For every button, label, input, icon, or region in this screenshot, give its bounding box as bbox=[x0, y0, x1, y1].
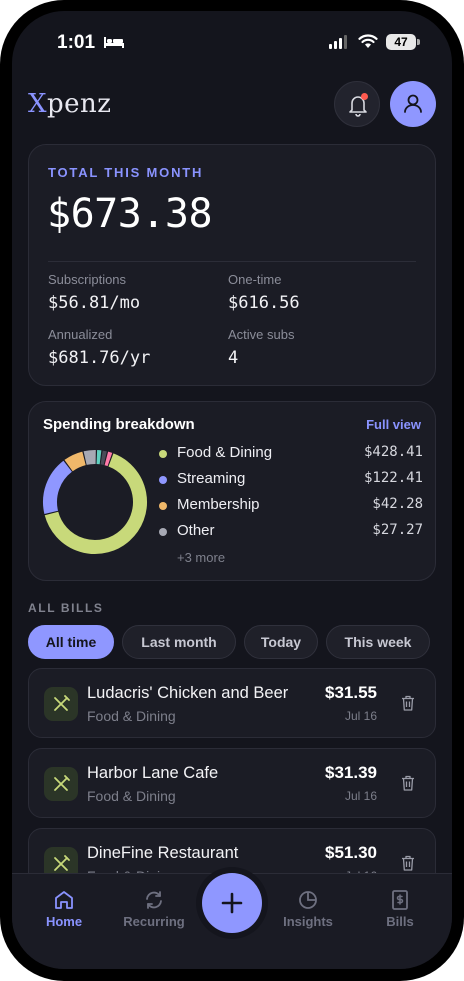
stat-value-annualized: $681.76/yr bbox=[48, 348, 151, 368]
wifi-icon bbox=[358, 34, 378, 48]
monthly-total-card: TOTAL THIS MONTH $673.38 Subscriptions $… bbox=[28, 144, 436, 386]
bill-row[interactable]: Ludacris' Chicken and Beer Food & Dining… bbox=[28, 668, 436, 738]
more-categories-label[interactable]: +3 more bbox=[177, 550, 225, 565]
donut-slice bbox=[43, 460, 73, 515]
sleep-focus-icon bbox=[104, 37, 124, 48]
spending-breakdown-card: Spending breakdown Full view Food & Dini… bbox=[28, 401, 436, 581]
bell-icon bbox=[349, 96, 367, 117]
status-time: 1:01 bbox=[57, 32, 96, 53]
all-bills-heading: ALL BILLS bbox=[28, 601, 104, 615]
stat-label-one-time: One-time bbox=[228, 272, 282, 287]
legend-amount: $42.28 bbox=[372, 496, 423, 512]
app-logo: Xpenz bbox=[28, 89, 112, 119]
bill-row[interactable]: Harbor Lane Cafe Food & Dining $31.39 Ju… bbox=[28, 748, 436, 818]
trash-icon[interactable] bbox=[401, 855, 415, 871]
stat-label-active-subs: Active subs bbox=[228, 327, 295, 342]
donut-slice bbox=[104, 451, 113, 467]
stat-label-subscriptions: Subscriptions bbox=[48, 272, 127, 287]
stat-value-active-subs: 4 bbox=[228, 348, 239, 368]
bill-amount: $51.30 bbox=[325, 843, 377, 862]
legend-item: Food & Dining $428.41 bbox=[159, 444, 423, 464]
bill-category: Food & Dining bbox=[87, 708, 176, 724]
bill-amount: $31.55 bbox=[325, 683, 377, 702]
nav-insights[interactable]: Insights bbox=[268, 874, 348, 954]
divider bbox=[48, 261, 416, 262]
status-bar: 1:01 47 bbox=[12, 11, 452, 75]
phone-frame: 1:01 47 Xpenz TOTAL THIS MONTH $673.38 S… bbox=[0, 0, 464, 981]
legend-dot bbox=[159, 476, 167, 484]
bill-amount: $31.39 bbox=[325, 763, 377, 782]
filter-chip-last-month[interactable]: Last month bbox=[122, 625, 236, 659]
bill-name: Harbor Lane Cafe bbox=[87, 764, 219, 782]
legend-name: Streaming bbox=[177, 470, 246, 487]
spending-donut-chart bbox=[43, 450, 147, 554]
home-icon bbox=[55, 891, 73, 909]
notifications-button[interactable] bbox=[334, 81, 380, 127]
legend-item: Membership $42.28 bbox=[159, 496, 423, 516]
stat-value-subscriptions: $56.81/mo bbox=[48, 293, 141, 313]
bill-name: DineFine Restaurant bbox=[87, 844, 239, 862]
nav-label-bills: Bills bbox=[386, 914, 414, 929]
legend-name: Food & Dining bbox=[177, 444, 273, 461]
legend-item: Streaming $122.41 bbox=[159, 470, 423, 490]
stat-label-annualized: Annualized bbox=[48, 327, 113, 342]
trash-icon[interactable] bbox=[401, 775, 415, 791]
utensils-icon bbox=[44, 687, 78, 721]
total-label: TOTAL THIS MONTH bbox=[48, 165, 204, 180]
legend-name: Other bbox=[177, 522, 215, 539]
donut-slice bbox=[83, 450, 96, 465]
legend-name: Membership bbox=[177, 496, 260, 513]
stat-value-one-time: $616.56 bbox=[228, 293, 300, 313]
legend-dot bbox=[159, 502, 167, 510]
legend-amount: $122.41 bbox=[363, 470, 423, 486]
nav-home[interactable]: Home bbox=[24, 874, 104, 954]
legend-dot bbox=[159, 528, 167, 536]
add-bill-button[interactable] bbox=[202, 873, 262, 933]
bill-category: Food & Dining bbox=[87, 788, 176, 804]
nav-recurring[interactable]: Recurring bbox=[114, 874, 194, 954]
logo-text: penz bbox=[47, 89, 112, 119]
notification-dot bbox=[361, 93, 368, 100]
legend-amount: $27.27 bbox=[372, 522, 423, 538]
bill-name: Ludacris' Chicken and Beer bbox=[87, 684, 289, 702]
trash-icon[interactable] bbox=[401, 695, 415, 711]
battery-indicator: 47 bbox=[386, 34, 416, 50]
full-view-link[interactable]: Full view bbox=[366, 417, 421, 432]
bill-date: Jul 16 bbox=[344, 789, 377, 803]
filter-chip-this-week[interactable]: This week bbox=[326, 625, 430, 659]
donut-slice bbox=[100, 450, 107, 466]
cellular-signal-icon bbox=[329, 35, 347, 49]
bill-date: Jul 16 bbox=[344, 709, 377, 723]
recurring-icon bbox=[146, 891, 162, 909]
legend-dot bbox=[159, 450, 167, 458]
legend-item: Other $27.27 bbox=[159, 522, 423, 542]
filter-chip-all-time[interactable]: All time bbox=[28, 625, 114, 659]
utensils-icon bbox=[44, 767, 78, 801]
breakdown-title: Spending breakdown bbox=[43, 416, 195, 433]
receipt-icon bbox=[392, 890, 408, 910]
nav-bills[interactable]: Bills bbox=[360, 874, 440, 954]
pie-chart-icon bbox=[299, 891, 317, 909]
nav-label-recurring: Recurring bbox=[123, 914, 185, 929]
profile-avatar-button[interactable] bbox=[390, 81, 436, 127]
logo-letter-x: X bbox=[28, 89, 48, 119]
plus-icon bbox=[221, 892, 243, 914]
nav-label-insights: Insights bbox=[283, 914, 333, 929]
total-value: $673.38 bbox=[47, 191, 213, 237]
legend-amount: $428.41 bbox=[363, 444, 423, 460]
battery-tip bbox=[417, 39, 420, 45]
donut-slice bbox=[64, 451, 87, 472]
user-icon bbox=[404, 94, 422, 113]
filter-chip-today[interactable]: Today bbox=[244, 625, 318, 659]
nav-label-home: Home bbox=[45, 914, 83, 929]
app-screen: 1:01 47 Xpenz TOTAL THIS MONTH $673.38 S… bbox=[12, 11, 452, 969]
